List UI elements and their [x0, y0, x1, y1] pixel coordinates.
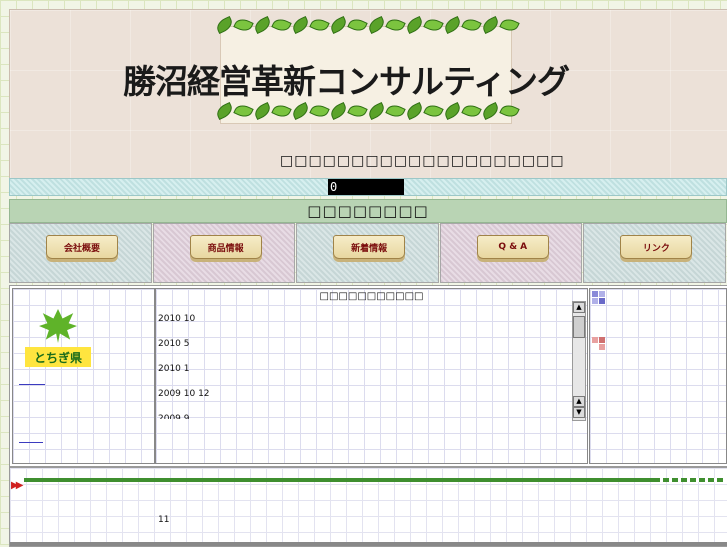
site-header: 勝沼経営革新コンサルティング □□□□□□□□□□□□□□□□□□□□	[9, 9, 727, 179]
news-item: 2009 9	[158, 414, 190, 419]
maple-leaf-icon	[39, 309, 77, 343]
double-arrow-icon: ▶▶	[11, 480, 24, 491]
red-square-icon	[599, 337, 605, 343]
sidebar-link-1[interactable]	[19, 384, 45, 385]
scroll-up-button-lower[interactable]: ▲	[573, 396, 585, 407]
red-square-icon	[599, 344, 605, 350]
company-title: 勝沼経営革新コンサルティング	[123, 62, 570, 101]
leaf-border-top	[214, 14, 520, 36]
nav-label-links: リンク	[620, 235, 693, 259]
tochigi-logo[interactable]: とちぎ県	[25, 307, 91, 371]
content-area: とちぎ県 □□□□□□□□□□□ 2010 10 2010 5 2010 1 2…	[9, 285, 727, 467]
blue-square-icon	[592, 291, 598, 297]
nav-item-products[interactable]: 商品情報	[152, 223, 296, 283]
news-item: 2010 1	[158, 364, 190, 374]
nav-item-company[interactable]: 会社概要	[9, 223, 152, 283]
scroll-down-button[interactable]: ▼	[573, 407, 585, 418]
news-title: □□□□□□□□□□□	[319, 291, 424, 302]
green-dashed-divider	[654, 478, 726, 482]
prefecture-label: とちぎ県	[25, 347, 91, 367]
leaf-border-bottom	[214, 100, 520, 122]
nav-label-news: 新着情報	[333, 235, 406, 259]
blue-square-icon	[599, 298, 605, 304]
left-sidebar: とちぎ県	[12, 288, 155, 464]
counter-bar: 0	[9, 178, 727, 196]
sidebar-link-2[interactable]	[19, 442, 43, 443]
blue-square-icon	[599, 291, 605, 297]
news-item: 2010 5	[158, 339, 190, 349]
footer-number: 11	[158, 515, 170, 525]
news-list: 2010 10 2010 5 2010 1 2009 10 12 2009 9	[158, 311, 574, 419]
news-scrollbar[interactable]: ▲ ▲ ▼	[572, 301, 586, 421]
horizontal-scrollbar[interactable]	[10, 542, 727, 546]
red-square-icon	[592, 337, 598, 343]
main-nav: 会社概要 商品情報 新着情報 Q & A リンク	[9, 223, 727, 283]
blue-square-icon	[592, 298, 598, 304]
news-item: 2009 10 12	[158, 389, 210, 399]
news-panel: □□□□□□□□□□□ 2010 10 2010 5 2010 1 2009 1…	[155, 288, 588, 464]
scroll-up-button[interactable]: ▲	[573, 302, 585, 313]
section-header: □□□□□□□□	[9, 199, 727, 223]
nav-item-news[interactable]: 新着情報	[296, 223, 439, 283]
scroll-thumb[interactable]	[573, 316, 585, 338]
nav-label-products: 商品情報	[189, 235, 262, 259]
footer: ▶▶ 11	[9, 467, 727, 547]
right-sidebar	[589, 288, 727, 464]
nav-label-company: 会社概要	[46, 235, 118, 259]
nav-item-links[interactable]: リンク	[583, 223, 726, 283]
nav-label-qa: Q & A	[476, 235, 549, 259]
nav-item-qa[interactable]: Q & A	[439, 223, 583, 283]
news-item: 2010 10	[158, 314, 196, 324]
green-divider	[24, 478, 654, 482]
site-subtitle: □□□□□□□□□□□□□□□□□□□□	[280, 153, 565, 169]
visitor-counter: 0	[328, 179, 404, 195]
